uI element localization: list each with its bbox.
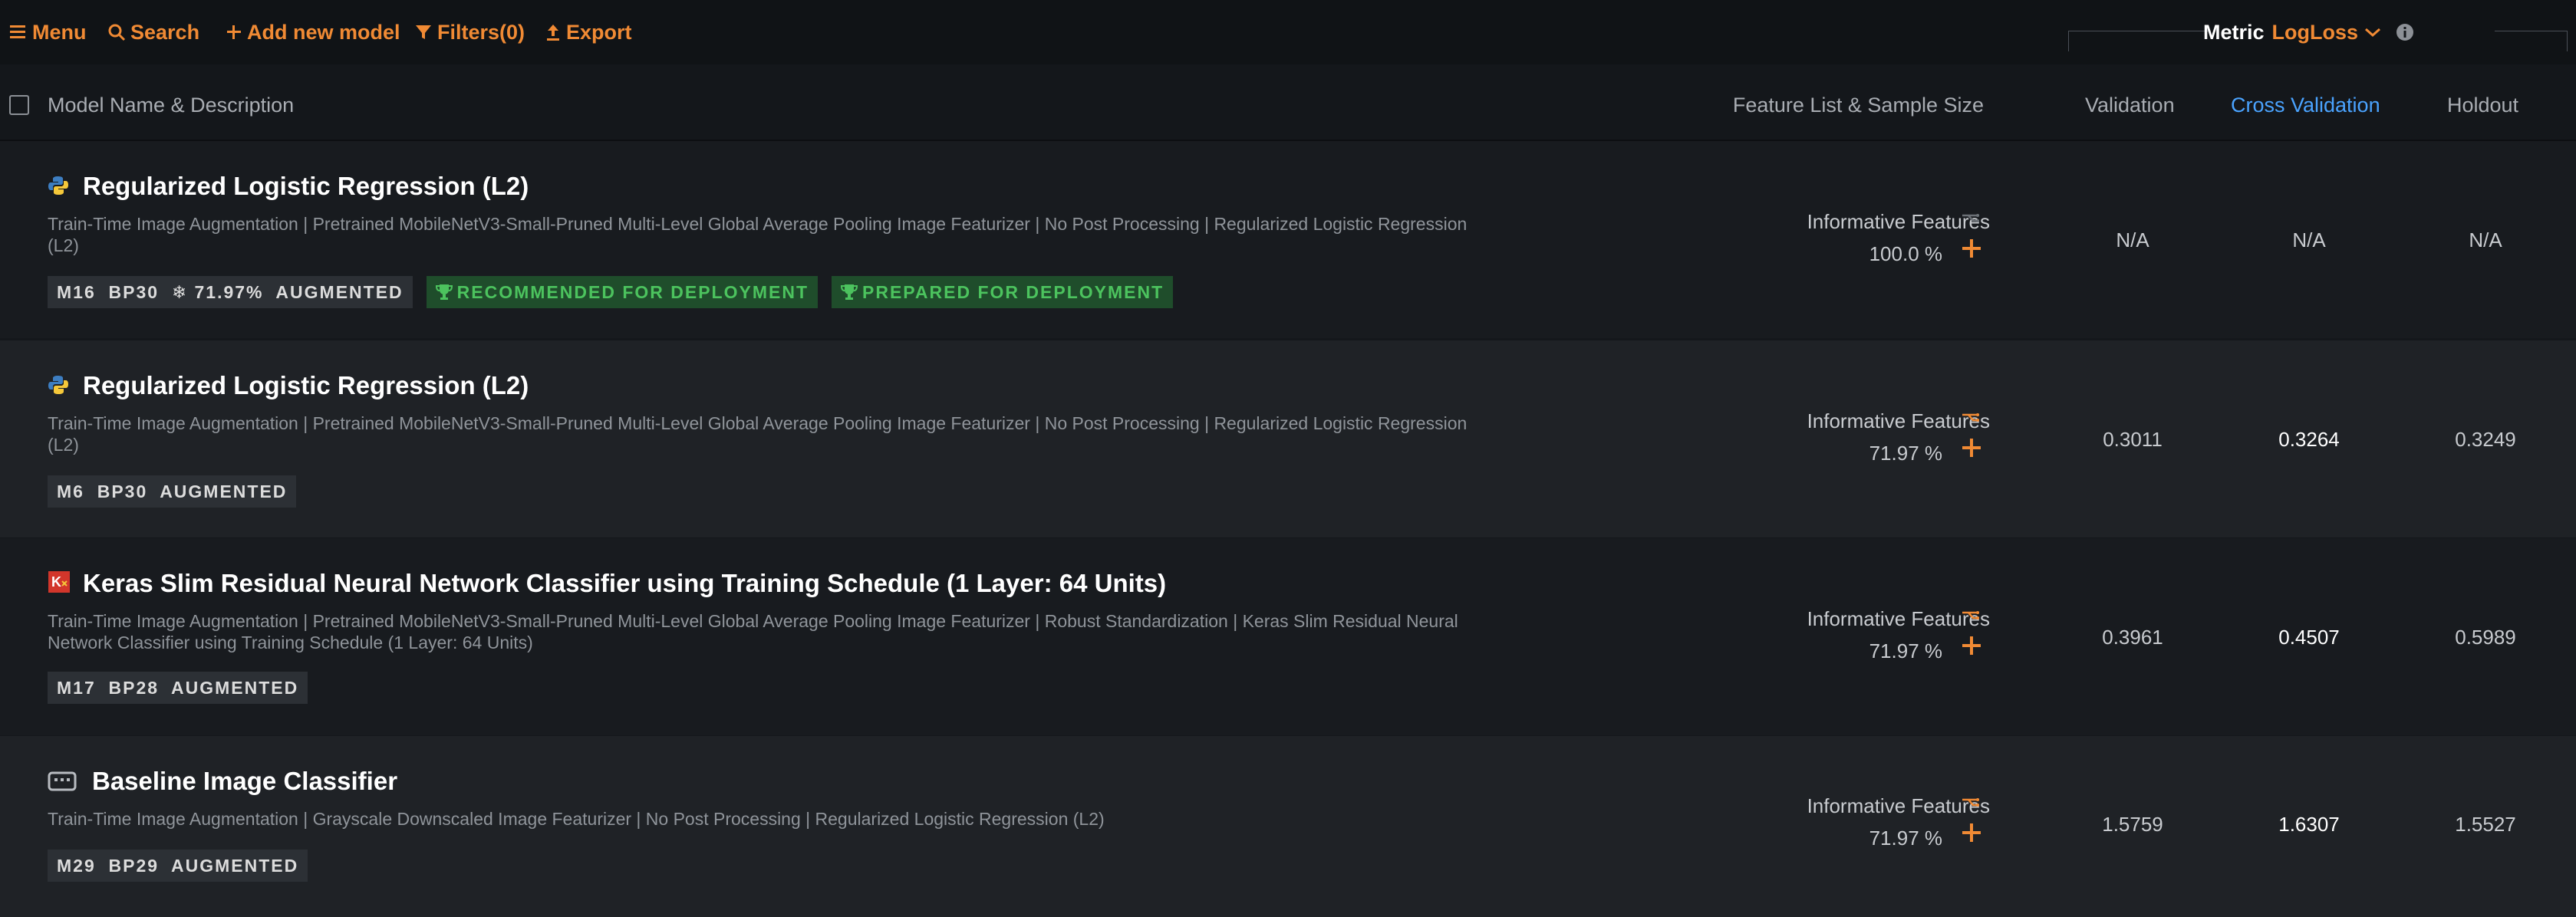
- column-model-name[interactable]: Model Name & Description: [48, 94, 294, 117]
- plus-icon: [227, 25, 241, 39]
- info-icon[interactable]: [2395, 22, 2415, 42]
- column-holdout[interactable]: Holdout: [2447, 94, 2518, 117]
- feature-lineage-icon[interactable]: [1961, 796, 1981, 814]
- model-id-tag: M6 BP30 AUGMENTED: [48, 475, 297, 508]
- model-title[interactable]: Regularized Logistic Regression (L2): [83, 172, 529, 201]
- metric-label: Metric: [2203, 20, 2265, 44]
- model-description: Train-Time Image Augmentation | Pretrain…: [48, 611, 1458, 652]
- cross-validation-score: 0.4507: [2278, 626, 2340, 649]
- plus-icon[interactable]: [1961, 437, 1982, 458]
- sample-size: 100.0 %: [1869, 242, 1942, 265]
- sample-size: 71.97 %: [1869, 442, 1942, 465]
- prepared-label: PREPARED FOR DEPLOYMENT: [862, 281, 1164, 302]
- column-validation[interactable]: Validation: [2085, 94, 2175, 117]
- column-feature-list[interactable]: Feature List & Sample Size: [1733, 94, 1984, 117]
- feature-lineage-icon[interactable]: [1961, 212, 1981, 230]
- keras-icon: K: [48, 571, 70, 593]
- search-icon: [108, 24, 126, 41]
- metric-selector[interactable]: Metric LogLoss: [2203, 17, 2415, 48]
- model-description: Train-Time Image Augmentation | Pretrain…: [48, 214, 1468, 255]
- trophy-icon: [435, 284, 453, 300]
- chevron-down-icon: [2365, 28, 2381, 38]
- model-id-tag: M17 BP28 AUGMENTED: [48, 672, 308, 704]
- model-row[interactable]: K Keras Slim Residual Neural Network Cla…: [0, 538, 2576, 735]
- upload-icon: [547, 25, 559, 41]
- model-description: Train-Time Image Augmentation | Pretrain…: [48, 413, 1468, 455]
- holdout-score[interactable]: 0.3249: [2409, 428, 2562, 452]
- trophy-icon: [841, 284, 858, 300]
- hamburger-icon: [10, 25, 25, 38]
- svg-text:K: K: [51, 574, 61, 590]
- sample-size: 71.97 %: [1869, 639, 1942, 662]
- table-header: Model Name & Description Feature List & …: [0, 74, 2576, 141]
- model-description: Train-Time Image Augmentation | Grayscal…: [48, 809, 1105, 829]
- holdout-score[interactable]: N/A: [2409, 228, 2562, 252]
- menu-button[interactable]: Menu: [9, 17, 87, 48]
- metric-box-left: [2068, 31, 2209, 51]
- python-icon: [48, 376, 68, 394]
- search-label: Search: [130, 20, 200, 44]
- metric-value: LogLoss: [2271, 20, 2359, 44]
- add-new-model-button[interactable]: Add new model: [226, 17, 400, 48]
- feature-lineage-icon[interactable]: [1961, 609, 1981, 627]
- filter-icon: [416, 25, 431, 39]
- model-id-tag: M16 BP30 ❄ 71.97% AUGMENTED: [48, 276, 413, 308]
- model-title[interactable]: Regularized Logistic Regression (L2): [83, 371, 529, 400]
- validation-score: 0.3961: [2102, 626, 2163, 649]
- filters-button[interactable]: Filters(0): [414, 17, 525, 48]
- model-title[interactable]: Baseline Image Classifier: [92, 767, 397, 796]
- menu-label: Menu: [32, 20, 87, 44]
- cross-validation-score: N/A: [2292, 228, 2326, 251]
- export-button[interactable]: Export: [545, 17, 632, 48]
- select-all-checkbox[interactable]: [9, 95, 29, 115]
- recommended-badge: RECOMMENDED FOR DEPLOYMENT: [426, 276, 818, 308]
- plus-icon[interactable]: [1961, 635, 1982, 656]
- model-row[interactable]: Regularized Logistic Regression (L2) Tra…: [0, 340, 2576, 537]
- cross-validation-score: 0.3264: [2278, 428, 2340, 451]
- model-id-tag: M29 BP29 AUGMENTED: [48, 850, 308, 882]
- toolbar: Menu Search Add new model Filters(0) Exp…: [0, 0, 2576, 64]
- sample-size: 71.97 %: [1869, 827, 1942, 850]
- filters-label: Filters(0): [437, 20, 525, 44]
- export-label: Export: [566, 20, 632, 44]
- prepared-badge: PREPARED FOR DEPLOYMENT: [832, 276, 1174, 308]
- plus-icon[interactable]: [1961, 822, 1982, 843]
- model-row[interactable]: Baseline Image Classifier Train-Time Ima…: [0, 736, 2576, 917]
- image-classifier-icon: [48, 771, 77, 791]
- holdout-score[interactable]: 0.5989: [2409, 626, 2562, 649]
- model-title[interactable]: Keras Slim Residual Neural Network Class…: [83, 569, 1166, 598]
- python-icon: [48, 176, 68, 195]
- recommended-label: RECOMMENDED FOR DEPLOYMENT: [456, 281, 809, 302]
- add-new-model-label: Add new model: [247, 20, 400, 44]
- search-button[interactable]: Search: [107, 17, 199, 48]
- validation-score: N/A: [2116, 228, 2149, 251]
- validation-score: 1.5759: [2102, 813, 2163, 836]
- holdout-score[interactable]: 1.5527: [2409, 813, 2562, 836]
- plus-icon[interactable]: [1961, 238, 1982, 259]
- column-cross-validation[interactable]: Cross Validation: [2231, 94, 2380, 117]
- feature-lineage-icon[interactable]: [1961, 411, 1981, 429]
- metric-box-right: [2495, 31, 2568, 51]
- validation-score: 0.3011: [2103, 428, 2163, 451]
- cross-validation-score: 1.6307: [2278, 813, 2340, 836]
- model-row[interactable]: Regularized Logistic Regression (L2) Tra…: [0, 141, 2576, 338]
